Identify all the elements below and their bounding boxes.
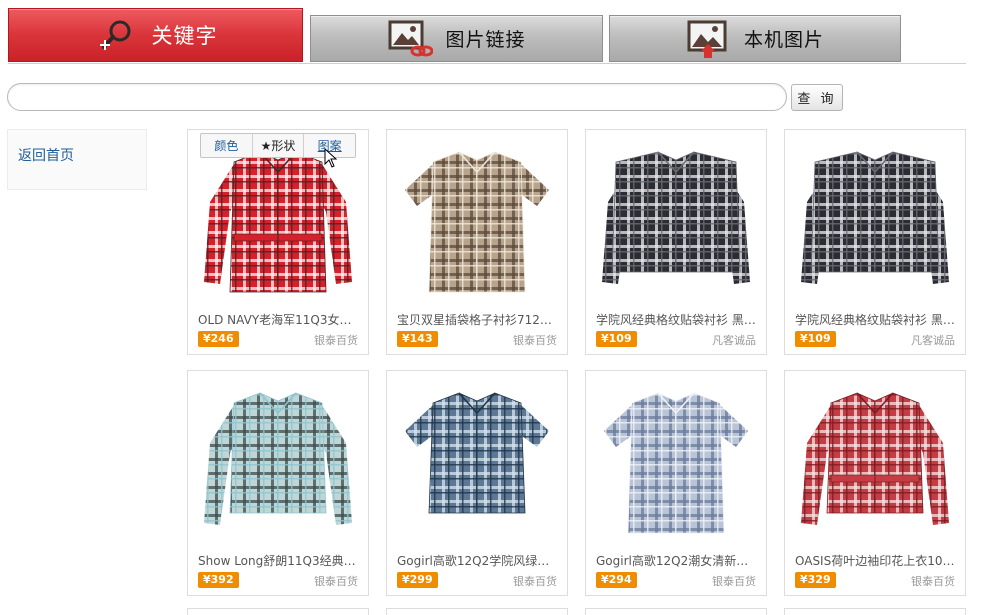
price-badge: ¥294 (596, 572, 637, 588)
search-button[interactable]: 查 询 (791, 84, 843, 111)
product-card[interactable]: Show Long舒朗11Q3经典… ¥392 银泰百货 (187, 370, 369, 596)
mouse-cursor-icon (324, 148, 338, 168)
store-name: 凡客诚品 (712, 334, 756, 347)
product-title[interactable]: 学院风经典格纹贴袋衬衫 黑… (596, 311, 756, 328)
product-card-partial[interactable] (187, 608, 369, 615)
search-mode-tabs: 关键字 图片链接 本机图片 (8, 8, 966, 64)
product-card[interactable]: OLD NAVY老海军11Q3女… ¥246 银泰百货 颜色 ★形状 图案 (187, 129, 369, 355)
image-upload-icon (686, 19, 732, 59)
price-badge: ¥109 (596, 331, 637, 347)
price-badge: ¥143 (397, 331, 438, 347)
product-image[interactable] (594, 142, 758, 304)
product-image[interactable] (793, 383, 957, 545)
search-input[interactable] (7, 83, 787, 111)
product-card[interactable]: 学院风经典格纹贴袋衬衫 黑… ¥109 凡客诚品 (784, 129, 966, 355)
price-badge: ¥246 (198, 331, 239, 347)
magnifier-icon (94, 15, 140, 55)
product-card-partial[interactable] (784, 608, 966, 615)
store-name: 银泰百货 (314, 575, 358, 588)
tab-image-link[interactable]: 图片链接 (310, 15, 603, 62)
store-name: 银泰百货 (513, 334, 557, 347)
product-card[interactable]: OASIS荷叶边袖印花上衣10… ¥329 银泰百货 (784, 370, 966, 596)
product-title[interactable]: Show Long舒朗11Q3经典… (198, 552, 358, 569)
price-badge: ¥109 (795, 331, 836, 347)
store-name: 凡客诚品 (911, 334, 955, 347)
store-name: 银泰百货 (712, 575, 756, 588)
sidebar: 返回首页 (7, 129, 147, 190)
product-card-partial[interactable] (386, 608, 568, 615)
price-badge: ¥329 (795, 572, 836, 588)
price-badge: ¥392 (198, 572, 239, 588)
tab-local-image-label: 本机图片 (743, 29, 824, 51)
product-card[interactable]: Gogirl高歌12Q2学院风绿格… ¥299 银泰百货 (386, 370, 568, 596)
image-link-icon (387, 19, 434, 59)
store-name: 银泰百货 (911, 575, 955, 588)
back-home-link[interactable]: 返回首页 (18, 145, 74, 165)
tab-keyword-label: 关键字 (151, 24, 218, 48)
tab-keyword[interactable]: 关键字 (8, 8, 303, 62)
product-card-partial[interactable] (585, 608, 767, 615)
product-title[interactable]: OLD NAVY老海军11Q3女… (198, 311, 358, 328)
tab-image-link-label: 图片链接 (445, 29, 526, 51)
product-title[interactable]: 宝贝双星插袋格子衬衫712… (397, 311, 557, 328)
filter-shape-button[interactable]: ★形状 (253, 134, 305, 157)
product-image[interactable] (395, 383, 559, 545)
tab-local-image[interactable]: 本机图片 (609, 15, 901, 62)
product-card[interactable]: Gogirl高歌12Q2潮女清新蓝… ¥294 银泰百货 (585, 370, 767, 596)
product-card[interactable]: 宝贝双星插袋格子衬衫712… ¥143 银泰百货 (386, 129, 568, 355)
product-image[interactable] (594, 383, 758, 545)
product-card[interactable]: 学院风经典格纹贴袋衬衫 黑… ¥109 凡客诚品 (585, 129, 767, 355)
product-title[interactable]: Gogirl高歌12Q2学院风绿格… (397, 552, 557, 569)
product-title[interactable]: Gogirl高歌12Q2潮女清新蓝… (596, 552, 756, 569)
product-title[interactable]: OASIS荷叶边袖印花上衣10… (795, 552, 955, 569)
store-name: 银泰百货 (513, 575, 557, 588)
store-name: 银泰百货 (314, 334, 358, 347)
product-image[interactable] (395, 142, 559, 304)
price-badge: ¥299 (397, 572, 438, 588)
product-title[interactable]: 学院风经典格纹贴袋衬衫 黑… (795, 311, 955, 328)
product-image[interactable] (793, 142, 957, 304)
product-image[interactable] (196, 383, 360, 545)
filter-color-button[interactable]: 颜色 (201, 134, 253, 157)
